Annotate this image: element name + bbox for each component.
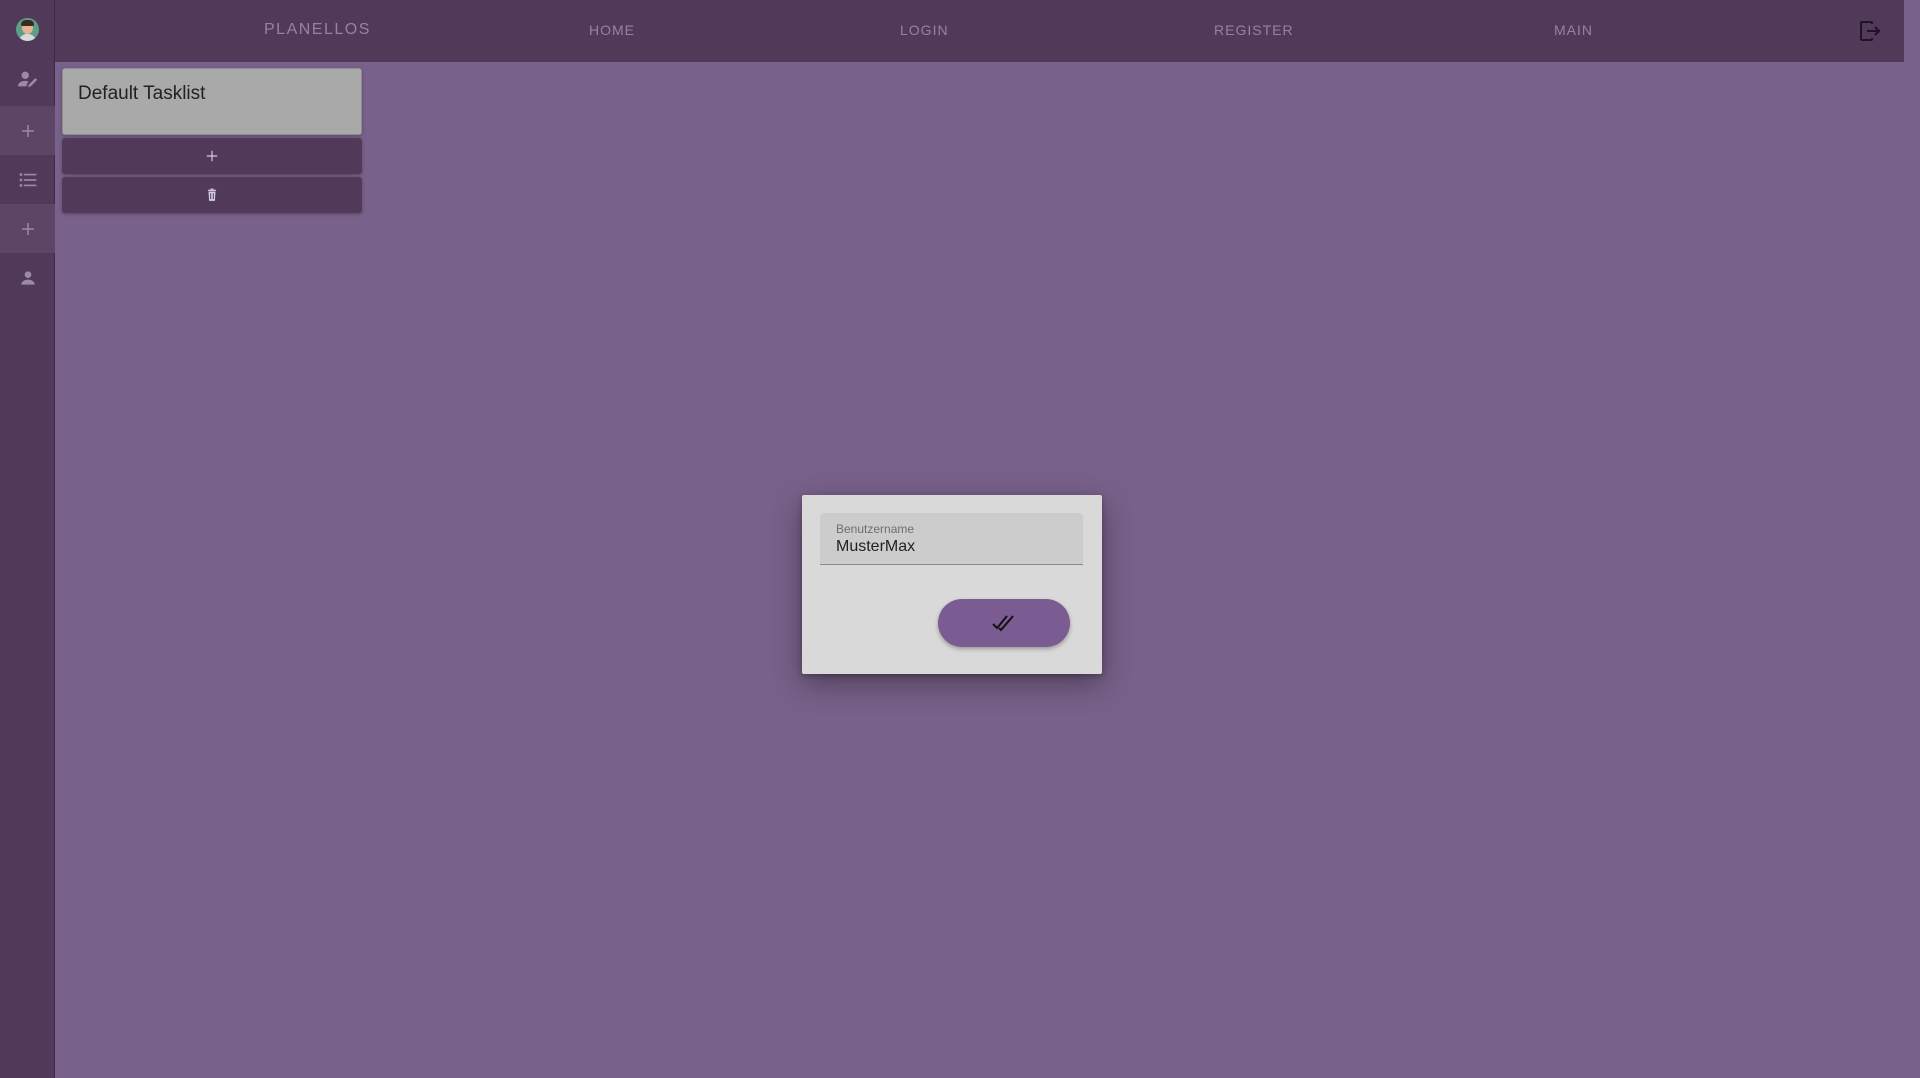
sidebar-item-add-task[interactable] <box>0 106 55 155</box>
plus-icon <box>21 222 34 235</box>
sidebar-item-tasklists[interactable] <box>0 155 55 204</box>
avatar-shirt <box>19 34 36 41</box>
plus-icon <box>21 124 34 137</box>
nav-link-home[interactable]: HOME <box>589 0 635 62</box>
plus-icon <box>206 150 218 162</box>
sidebar-item-add-tasklist[interactable] <box>0 204 55 253</box>
avatar-hair <box>21 20 34 26</box>
sidebar <box>0 0 55 1078</box>
nav-link-register[interactable]: REGISTER <box>1214 0 1294 62</box>
username-field[interactable]: Benutzername <box>820 513 1083 565</box>
person-icon <box>20 270 35 285</box>
username-dialog: Benutzername <box>802 495 1102 674</box>
list-icon <box>19 172 36 187</box>
person-edit-icon <box>17 71 37 87</box>
nav-link-login[interactable]: LOGIN <box>900 0 949 62</box>
sidebar-item-assign[interactable] <box>0 54 55 103</box>
delete-tasklist-button[interactable] <box>62 177 362 213</box>
avatar[interactable] <box>16 18 39 41</box>
sidebar-item-profile[interactable] <box>0 253 55 302</box>
right-edge <box>1904 0 1920 1078</box>
username-label: Benutzername <box>836 522 915 536</box>
tasklist-title: Default Tasklist <box>78 83 206 104</box>
nav-brand[interactable]: PLANELLOS <box>264 0 371 62</box>
add-task-button[interactable] <box>62 138 362 174</box>
logout-icon[interactable] <box>1858 19 1882 43</box>
confirm-button[interactable] <box>938 599 1070 647</box>
tasklist-card[interactable]: Default Tasklist <box>62 68 362 135</box>
username-input[interactable] <box>836 538 1066 556</box>
double-check-icon <box>992 615 1014 632</box>
nav-link-main[interactable]: MAIN <box>1554 0 1593 62</box>
trash-icon <box>207 188 217 201</box>
top-navbar: PLANELLOS HOME LOGIN REGISTER MAIN <box>55 0 1904 62</box>
